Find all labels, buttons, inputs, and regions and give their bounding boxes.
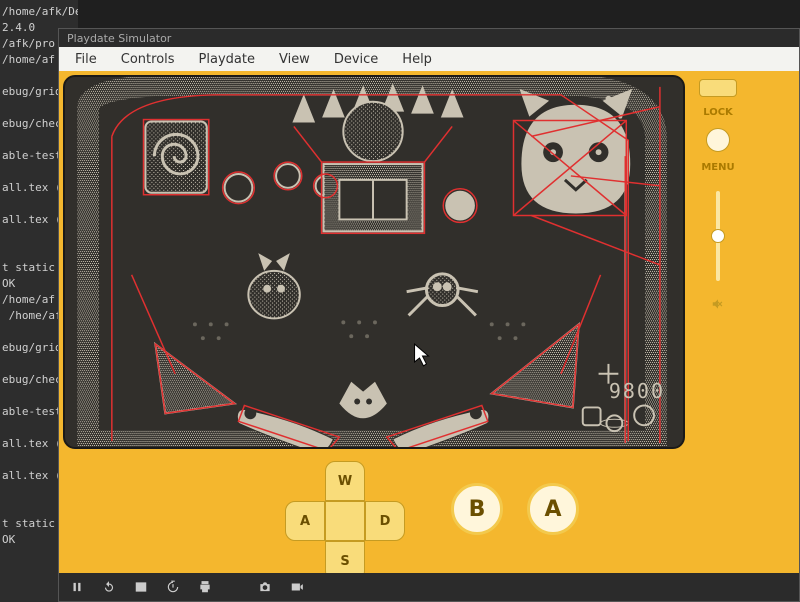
mute-icon[interactable] [711,297,725,315]
simulator-body: 9800 LOCK MENU W A D [59,71,799,601]
reload-icon[interactable] [101,579,117,595]
a-button[interactable]: A [527,483,579,535]
menu-help[interactable]: Help [392,50,442,69]
volume-thumb[interactable] [711,229,725,243]
menu-file[interactable]: File [65,50,107,69]
titlebar[interactable]: Playdate Simulator [59,29,799,47]
window-title: Playdate Simulator [67,32,171,45]
menu-view[interactable]: View [269,50,320,69]
simulator-window: Playdate Simulator File Controls Playdat… [58,28,800,602]
dpad-left[interactable]: A [285,501,325,541]
dpad-center [325,501,365,541]
bottom-toolbar [59,573,799,601]
menu-button[interactable] [706,128,730,152]
menu-controls[interactable]: Controls [111,50,185,69]
dpad-up[interactable]: W [325,461,365,501]
pause-icon[interactable] [69,579,85,595]
lock-label: LOCK [703,107,733,118]
menubar: File Controls Playdate View Device Help [59,47,799,71]
side-panel: LOCK MENU [691,75,745,453]
dpad: W A D S [285,461,405,581]
record-icon[interactable] [289,579,305,595]
camera-icon[interactable] [257,579,273,595]
pinball-playfield-svg [65,77,683,447]
dpad-right[interactable]: D [365,501,405,541]
game-screen[interactable]: 9800 [63,75,685,449]
menu-device[interactable]: Device [324,50,388,69]
menu-playdate[interactable]: Playdate [189,50,265,69]
lock-button[interactable] [699,79,737,97]
print-icon[interactable] [197,579,213,595]
menu-label: MENU [701,162,734,173]
b-button[interactable]: B [451,483,503,535]
score-display: 9800 [609,379,665,403]
timer-icon[interactable] [165,579,181,595]
console-icon[interactable] [133,579,149,595]
volume-slider[interactable] [716,191,720,281]
